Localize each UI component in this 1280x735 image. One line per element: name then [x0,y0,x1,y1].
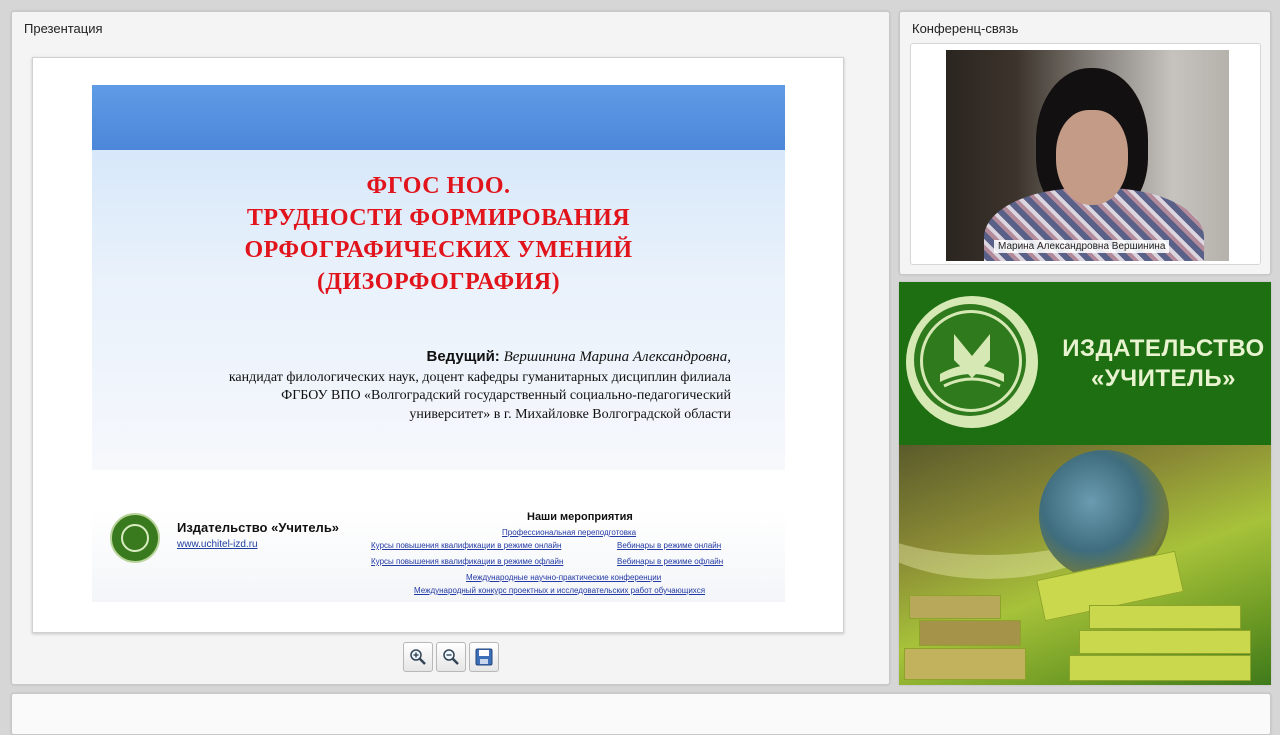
event-link[interactable]: Курсы повышения квалификации в режиме оф… [371,557,563,566]
slide-title-line: ТРУДНОСТИ ФОРМИРОВАНИЯ [246,205,631,231]
event-link[interactable]: Вебинары в режиме онлайн [617,541,721,550]
event-link[interactable]: Курсы повышения квалификации в режиме он… [371,541,561,550]
zoom-out-button[interactable] [436,642,466,672]
event-link[interactable]: Международные научно-практические конфер… [466,573,661,582]
conference-panel-title: Конференц-связь [912,21,1019,36]
presenter-name: Вершинина Марина Александровна, [503,349,731,365]
save-icon [475,648,493,666]
presenter-label: Ведущий: [426,348,500,365]
banner-title-line: ИЗДАТЕЛЬСТВО [1062,335,1265,362]
events-title: Наши мероприятия [527,511,633,523]
bottom-panel [11,693,1271,735]
zoom-out-icon [443,649,459,665]
event-link[interactable]: Профессиональная переподготовка [502,528,636,537]
banner-image [899,445,1271,685]
slide-title-line: ОРФОГРАФИЧЕСКИХ УМЕНИЙ [244,237,633,263]
slide-title-line: (ДИЗОРФОГРАФИЯ) [316,269,561,295]
video-container: Марина Александровна Вершинина [910,43,1261,265]
slide-title-line: ФГОС НОО. [366,173,511,199]
banner-title: ИЗДАТЕЛЬСТВО «УЧИТЕЛЬ» [1056,334,1271,394]
publisher-link[interactable]: www.uchitel-izd.ru [177,539,258,550]
participant-video[interactable]: Марина Александровна Вершинина [946,50,1229,261]
banner-header: ИЗДАТЕЛЬСТВО «УЧИТЕЛЬ» [899,282,1271,445]
conference-panel: Конференц-связь Марина Александровна Вер… [899,11,1271,275]
presenter-desc-line: ФГБОУ ВПО «Волгоградский государственный… [281,388,731,403]
save-button[interactable] [469,642,499,672]
publisher-name: Издательство «Учитель» [177,520,340,535]
presentation-slide: ФГОС НОО. ТРУДНОСТИ ФОРМИРОВАНИЯ ОРФОГРА… [32,57,844,633]
zoom-in-button[interactable] [403,642,433,672]
event-link[interactable]: Вебинары в режиме офлайн [617,557,723,566]
presentation-panel: Презентация ФГОС НОО. ТРУДНОСТИ ФОРМИРОВ… [11,11,890,685]
slide-title: ФГОС НОО. ТРУДНОСТИ ФОРМИРОВАНИЯ ОРФОГРА… [92,170,785,298]
slide-presenter-info: Ведущий: Вершинина Марина Александровна,… [131,348,731,424]
presenter-desc-line: кандидат филологических наук, доцент каф… [228,369,731,385]
presentation-panel-title: Презентация [24,21,103,36]
banner-title-line: «УЧИТЕЛЬ» [1091,365,1236,392]
publisher-banner: ИЗДАТЕЛЬСТВО «УЧИТЕЛЬ» [899,282,1271,685]
publisher-logo-icon [110,513,160,563]
event-link[interactable]: Международный конкурс проектных и исслед… [414,586,705,595]
zoom-in-icon [410,649,426,665]
slide-header-bar [92,85,785,150]
publisher-emblem-icon [906,296,1038,428]
presenter-desc-line: университет» в г. Михайловке Волгоградск… [409,406,731,422]
participant-name-label: Марина Александровна Вершинина [994,240,1170,253]
